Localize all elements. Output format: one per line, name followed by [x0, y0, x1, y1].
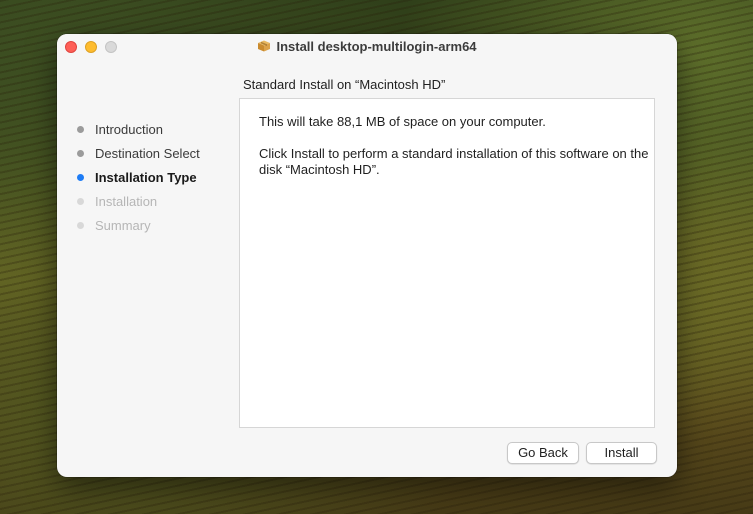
- step-introduction: Introduction: [75, 118, 235, 142]
- package-icon: [257, 40, 271, 52]
- step-label: Installation Type: [95, 170, 197, 185]
- installer-window: Install desktop-multilogin-arm64 Standar…: [57, 34, 677, 477]
- window-title-text: Install desktop-multilogin-arm64: [276, 39, 477, 54]
- install-instructions-text: Click Install to perform a standard inst…: [259, 146, 649, 177]
- step-label: Introduction: [95, 122, 163, 137]
- step-label: Summary: [95, 218, 151, 233]
- step-installation: Installation: [75, 190, 235, 214]
- step-destination-select: Destination Select: [75, 142, 235, 166]
- step-dot-icon: [77, 222, 84, 229]
- title-bar[interactable]: Install desktop-multilogin-arm64: [57, 34, 677, 62]
- content-panel: This will take 88,1 MB of space on your …: [239, 98, 655, 428]
- step-installation-type: Installation Type: [75, 166, 235, 190]
- step-dot-icon: [77, 150, 84, 157]
- page-heading: Standard Install on “Macintosh HD”: [243, 77, 446, 92]
- step-dot-icon: [77, 126, 84, 133]
- space-required-text: This will take 88,1 MB of space on your …: [259, 114, 546, 129]
- go-back-button[interactable]: Go Back: [507, 442, 579, 464]
- window-title: Install desktop-multilogin-arm64: [57, 39, 677, 54]
- step-dot-icon: [77, 198, 84, 205]
- step-label: Installation: [95, 194, 158, 209]
- step-label: Destination Select: [95, 146, 200, 161]
- install-button[interactable]: Install: [586, 442, 657, 464]
- installer-steps: Introduction Destination Select Installa…: [75, 118, 235, 238]
- step-summary: Summary: [75, 214, 235, 238]
- step-dot-icon: [77, 174, 84, 181]
